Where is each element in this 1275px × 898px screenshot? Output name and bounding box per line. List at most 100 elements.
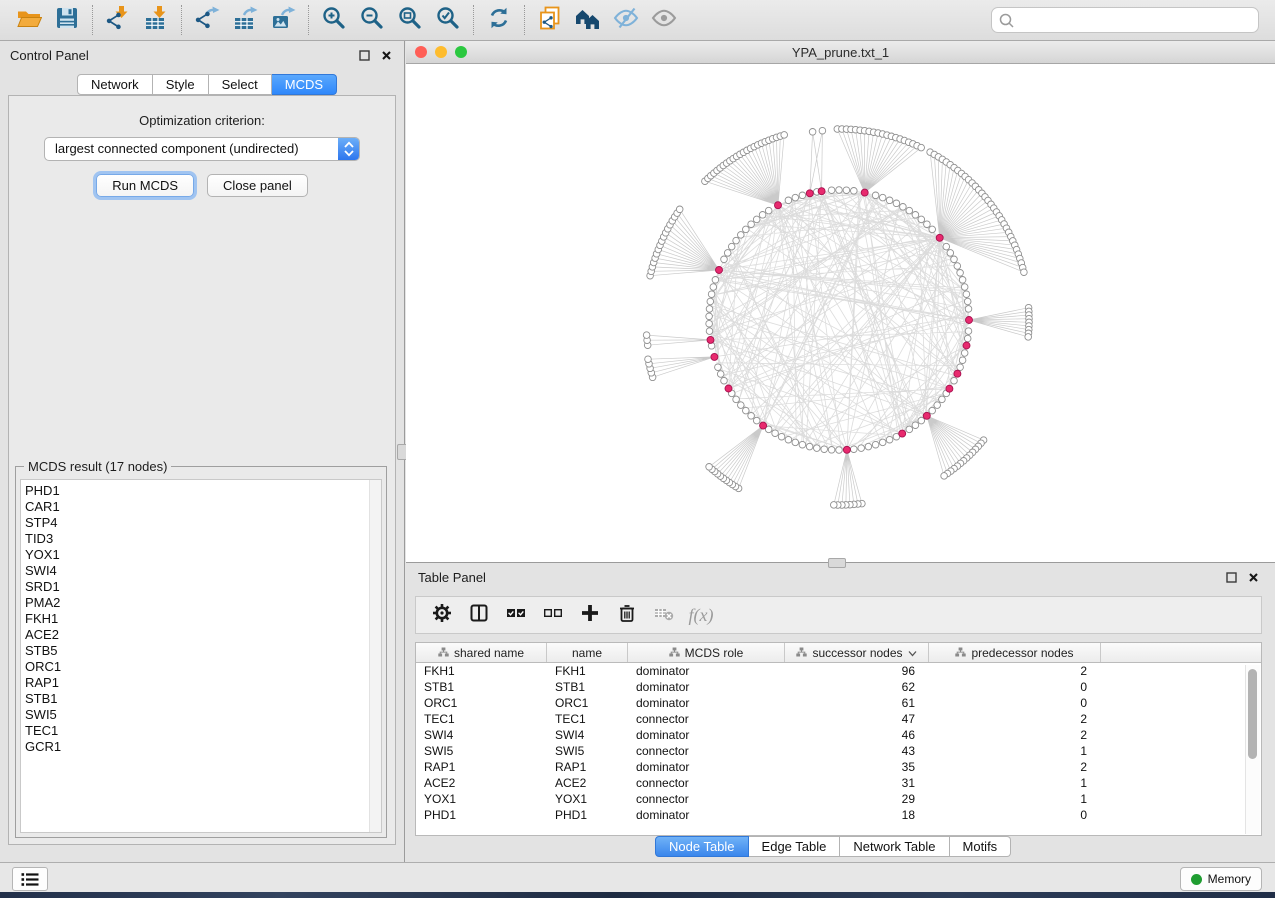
network-node[interactable] [765,207,772,214]
cell-predecessor-nodes[interactable]: 0 [929,807,1101,823]
network-node[interactable] [806,443,813,450]
network-node[interactable] [710,284,717,291]
network-node[interactable] [943,243,950,250]
network-node[interactable] [831,502,838,509]
network-node[interactable] [929,226,936,233]
horizontal-splitter-handle[interactable] [828,558,846,568]
toolbar-button-hide-selected[interactable] [607,4,645,36]
cell-successor-nodes[interactable]: 31 [785,775,929,791]
column-header-predecessor-nodes[interactable]: predecessor nodes [929,643,1101,662]
network-node[interactable] [951,377,958,384]
network-node[interactable] [748,221,755,228]
network-node[interactable] [879,439,886,446]
network-hub-node[interactable] [936,234,943,241]
network-node[interactable] [912,212,919,219]
show-panels-button[interactable] [12,867,48,891]
network-node[interactable] [965,306,972,313]
network-node[interactable] [724,250,731,257]
toolbar-button-zoom-fit[interactable] [391,4,429,36]
table-tab-edge-table[interactable]: Edge Table [749,836,841,857]
cell-mcds-role[interactable]: connector [628,711,785,727]
cell-successor-nodes[interactable]: 43 [785,743,929,759]
cell-predecessor-nodes[interactable]: 2 [929,759,1101,775]
network-node[interactable] [706,313,713,320]
network-node[interactable] [963,291,970,298]
mcds-result-item[interactable]: PHD1 [21,483,381,499]
column-header-shared-name[interactable]: shared name [416,643,547,662]
cell-name[interactable]: YOX1 [547,791,628,807]
network-node[interactable] [721,256,728,263]
network-node[interactable] [924,221,931,228]
cell-successor-nodes[interactable]: 29 [785,791,929,807]
network-node[interactable] [772,430,779,437]
network-node[interactable] [886,197,893,204]
toolbar-button-export-network[interactable] [188,4,226,36]
memory-button[interactable]: Memory [1180,867,1262,891]
table-row[interactable]: TEC1TEC1connector472 [416,711,1261,727]
cell-mcds-role[interactable]: dominator [628,759,785,775]
network-node[interactable] [819,127,826,134]
network-node[interactable] [918,417,925,424]
network-node[interactable] [836,447,843,454]
network-node[interactable] [728,243,735,250]
network-hub-node[interactable] [946,385,953,392]
cell-mcds-role[interactable]: dominator [628,807,785,823]
cell-mcds-role[interactable]: connector [628,743,785,759]
cell-name[interactable]: SWI5 [547,743,628,759]
network-node[interactable] [906,207,913,214]
toolbar-button-export-image[interactable] [264,4,302,36]
table-row[interactable]: SWI4SWI4dominator462 [416,727,1261,743]
close-table-panel-icon[interactable] [1245,569,1261,585]
toolbar-button-zoom-in[interactable] [315,4,353,36]
cell-name[interactable]: STB1 [547,679,628,695]
cell-successor-nodes[interactable]: 35 [785,759,929,775]
tab-select[interactable]: Select [209,74,272,95]
network-hub-node[interactable] [716,267,723,274]
network-node[interactable] [738,402,745,409]
mcds-result-list[interactable]: PHD1CAR1STP4TID3YOX1SWI4SRD1PMA2FKH1ACE2… [20,479,382,833]
mcds-result-item[interactable]: SRD1 [21,579,381,595]
cell-shared-name[interactable]: RAP1 [416,759,547,775]
mcds-result-item[interactable]: TID3 [21,531,381,547]
table-row[interactable]: YOX1YOX1connector291 [416,791,1261,807]
table-toolbar-select-all-button[interactable] [500,600,532,630]
toolbar-button-first-neighbors[interactable] [569,4,607,36]
table-tab-node-table[interactable]: Node Table [655,836,749,857]
network-hub-node[interactable] [899,430,906,437]
mcds-result-item[interactable]: GCR1 [21,739,381,755]
network-node[interactable] [836,187,843,194]
cell-predecessor-nodes[interactable]: 0 [929,679,1101,695]
toolbar-button-zoom-out[interactable] [353,4,391,36]
network-node[interactable] [957,364,964,371]
cell-predecessor-nodes[interactable]: 1 [929,791,1101,807]
network-node[interactable] [951,256,958,263]
table-row[interactable]: ACE2ACE2connector311 [416,775,1261,791]
mcds-result-item[interactable]: RAP1 [21,675,381,691]
network-node[interactable] [929,407,936,414]
network-node[interactable] [1025,334,1032,341]
network-hub-node[interactable] [818,188,825,195]
cell-predecessor-nodes[interactable]: 2 [929,663,1101,679]
mcds-result-item[interactable]: STB5 [21,643,381,659]
network-node[interactable] [717,371,724,378]
cell-successor-nodes[interactable]: 61 [785,695,929,711]
table-row[interactable]: STB1STB1dominator620 [416,679,1261,695]
network-node[interactable] [879,194,886,201]
cell-name[interactable]: TEC1 [547,711,628,727]
toolbar-button-export-table[interactable] [226,4,264,36]
column-header-successor-nodes[interactable]: successor nodes [785,643,929,662]
toolbar-button-zoom-selected[interactable] [429,4,467,36]
result-list-scrollbar[interactable] [369,480,381,832]
tab-style[interactable]: Style [153,74,209,95]
network-node[interactable] [799,441,806,448]
network-node[interactable] [957,270,964,277]
run-mcds-button[interactable]: Run MCDS [96,174,194,197]
network-node[interactable] [872,192,879,199]
mcds-result-item[interactable]: FKH1 [21,611,381,627]
network-hub-node[interactable] [806,190,813,197]
cell-mcds-role[interactable]: dominator [628,679,785,695]
cell-successor-nodes[interactable]: 47 [785,711,929,727]
table-toolbar-delete-column-button[interactable] [611,600,643,630]
table-row[interactable]: RAP1RAP1dominator352 [416,759,1261,775]
tab-network[interactable]: Network [77,74,153,95]
